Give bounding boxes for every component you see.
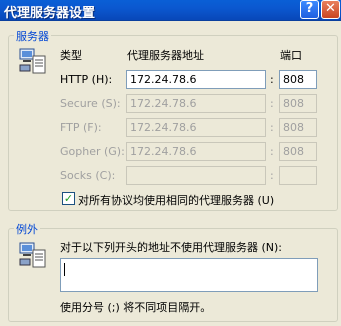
exceptions-legend: 例外 [14,221,40,237]
exceptions-textarea[interactable] [60,258,318,292]
gopher-port-field: 808 [279,142,317,161]
servers-legend: 服务器 [14,28,51,44]
title-bar: 代理服务器设置 ? ✕ [0,0,341,21]
column-type-header: 类型 [60,49,82,62]
secure-port-field: 808 [279,94,317,113]
ftp-separator: : [270,121,274,134]
same-proxy-checkbox[interactable]: ✓ [62,192,75,205]
gopher-address-field: 172.24.78.6 [126,142,266,161]
help-button[interactable]: ? [300,0,319,19]
text-caret [64,263,65,276]
socks-separator: : [270,169,274,182]
exceptions-icon [19,242,46,268]
ftp-label: FTP (F): [60,121,102,134]
socks-label: Socks (C): [60,169,116,182]
socks-address-field [126,166,266,185]
secure-address-field: 172.24.78.6 [126,94,266,113]
secure-separator: : [270,97,274,110]
ftp-port-field: 808 [279,118,317,137]
proxy-servers-icon [19,48,46,74]
http-label: HTTP (H): [60,73,113,86]
http-port-field[interactable]: 808 [279,70,317,89]
ftp-address-field: 172.24.78.6 [126,118,266,137]
socks-port-field [279,166,317,185]
http-separator: : [270,73,274,86]
same-proxy-label[interactable]: 对所有协议均使用相同的代理服务器 (U) [78,192,274,208]
column-port-header: 端口 [280,49,302,62]
http-address-field[interactable]: 172.24.78.6 [126,70,266,89]
column-address-header: 代理服务器地址 [127,49,204,62]
window-title: 代理服务器设置 [4,6,96,21]
gopher-separator: : [270,145,274,158]
secure-label: Secure (S): [60,97,121,110]
close-button[interactable]: ✕ [321,0,340,19]
exceptions-description: 对于以下列开头的地址不使用代理服务器 (N): [60,241,283,254]
gopher-label: Gopher (G): [60,145,125,158]
exceptions-hint: 使用分号 (;) 将不同项目隔开。 [60,301,212,314]
